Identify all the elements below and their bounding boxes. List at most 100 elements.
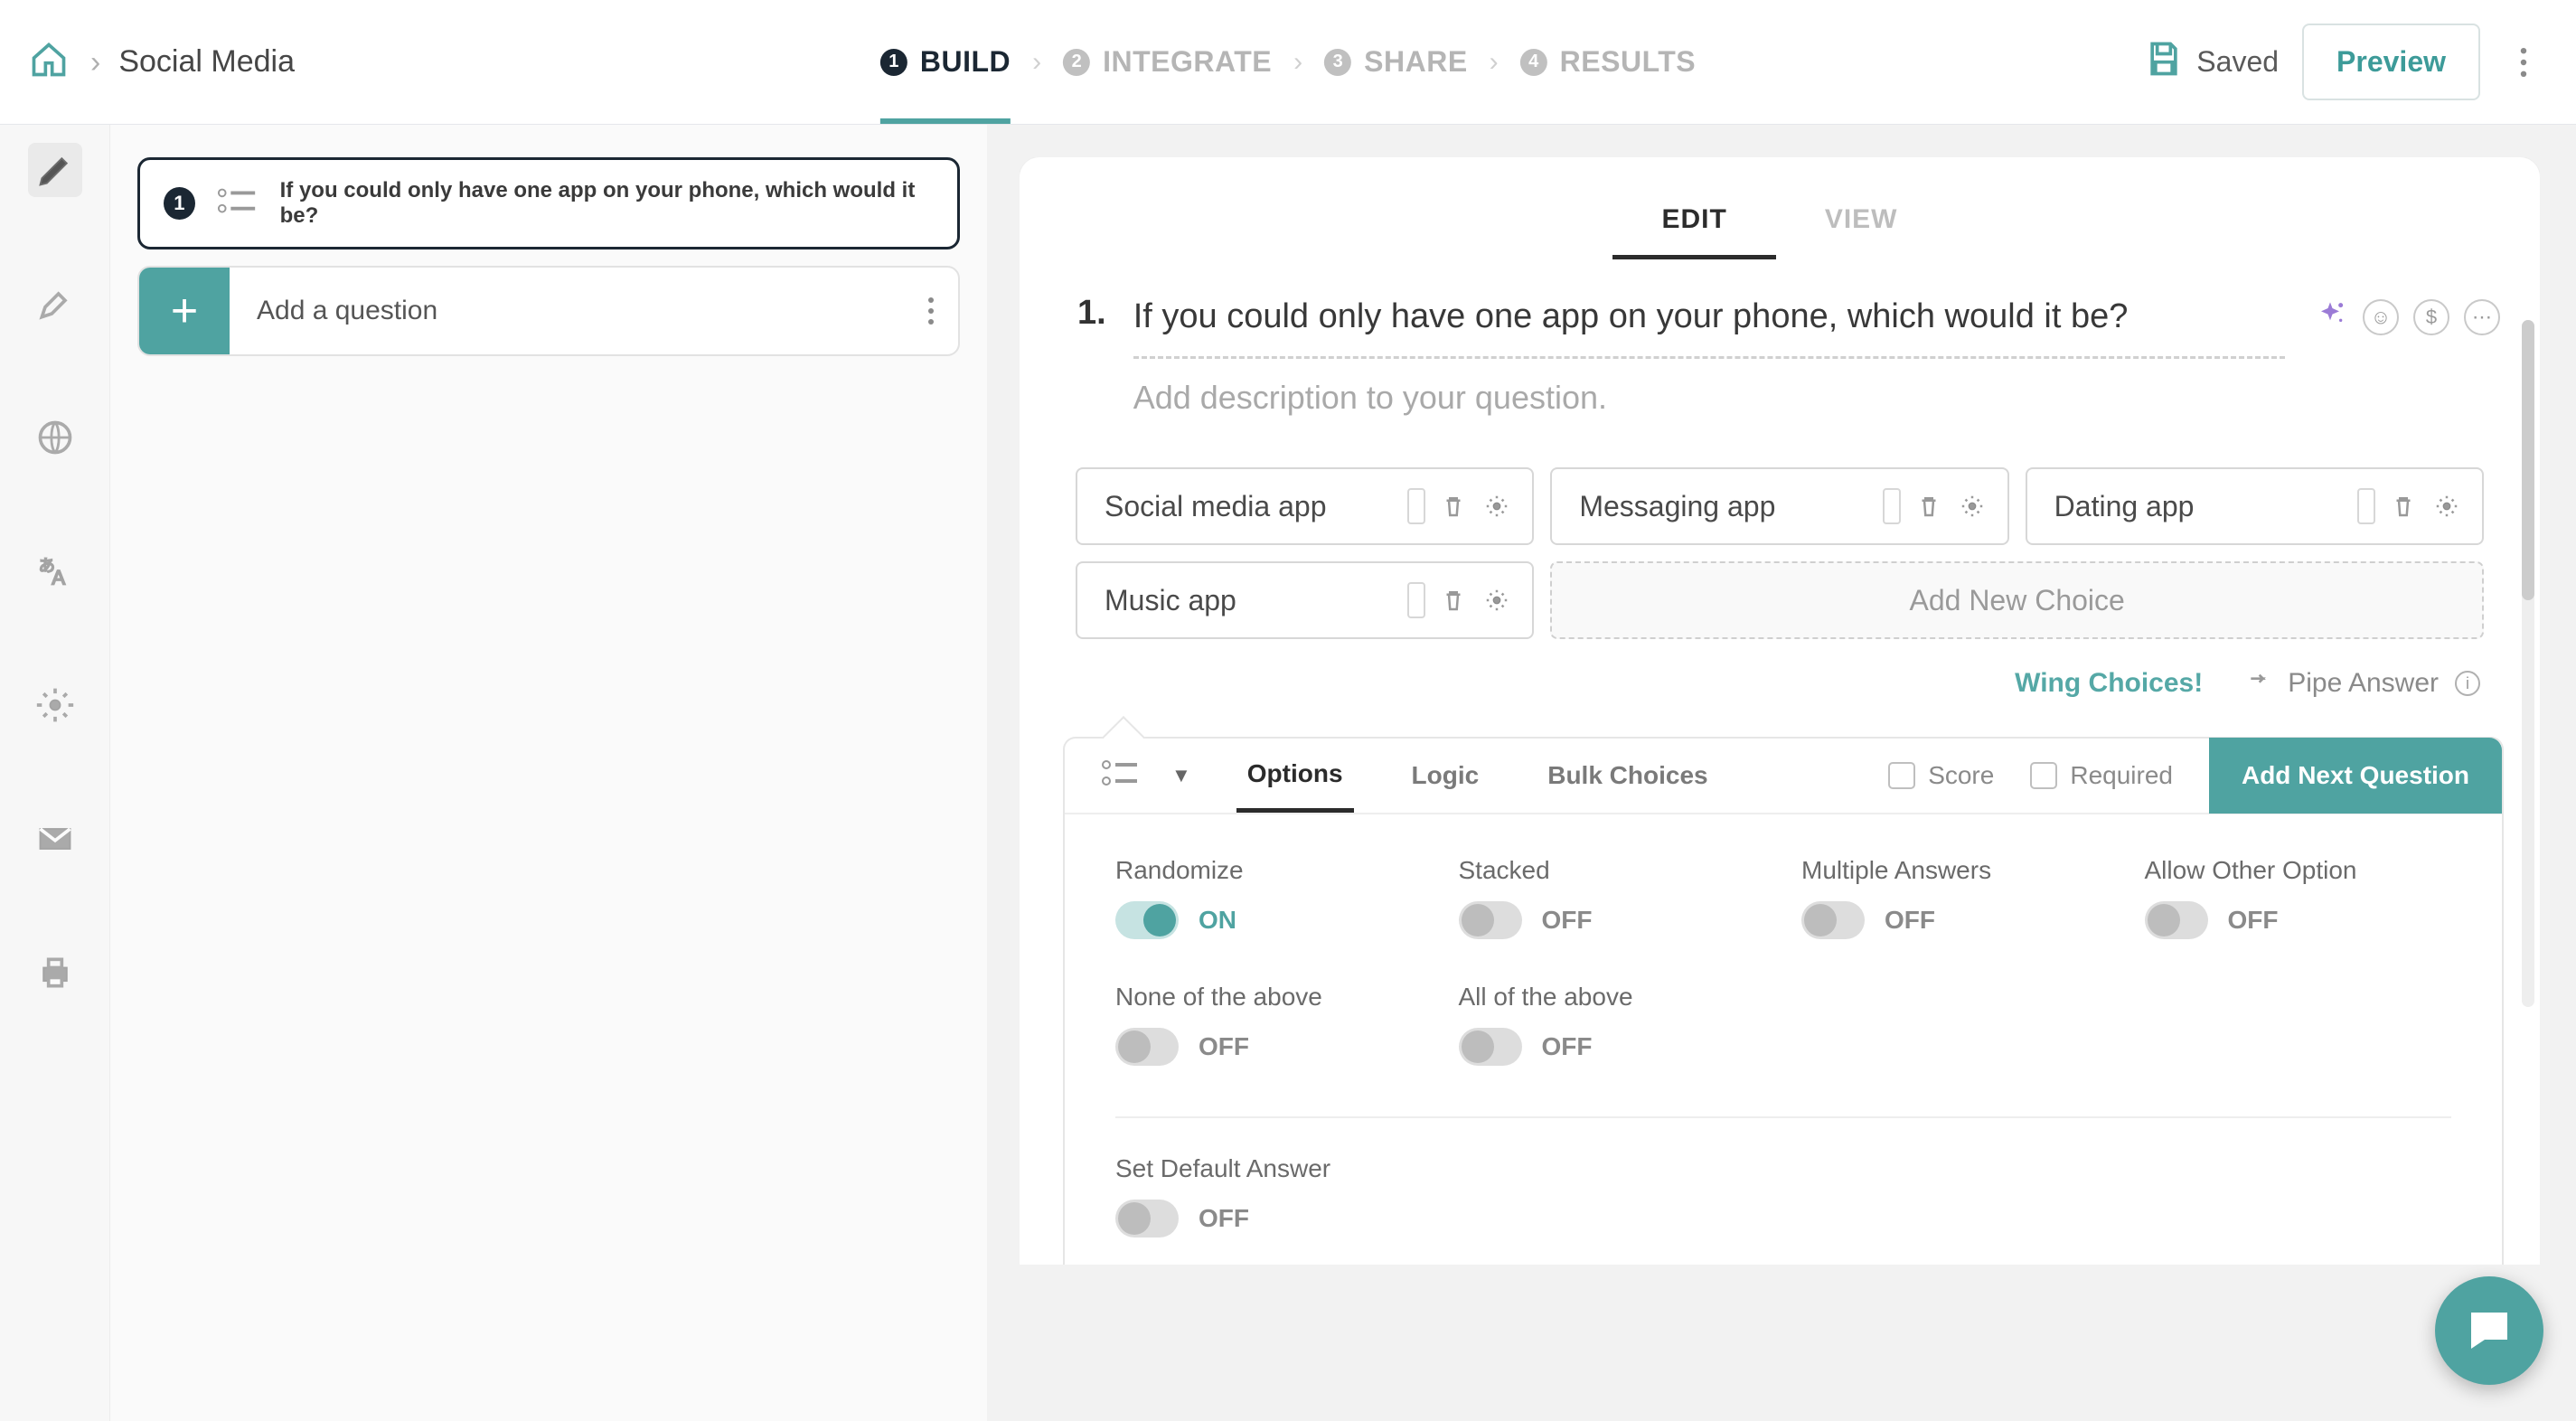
config-tab-bulk-choices[interactable]: Bulk Choices (1537, 739, 1718, 813)
delete-icon[interactable] (1913, 491, 1944, 522)
rail-settings-button[interactable] (28, 678, 82, 732)
delete-icon[interactable] (1438, 491, 1469, 522)
gear-icon[interactable] (1481, 585, 1512, 616)
home-icon (29, 40, 69, 84)
tab-edit[interactable]: EDIT (1612, 184, 1775, 259)
scrollbar[interactable] (2522, 320, 2534, 1007)
toggle-multiple[interactable] (1801, 901, 1865, 939)
left-rail: あA (0, 125, 110, 1421)
toggle-stacked[interactable] (1459, 901, 1522, 939)
gear-icon[interactable] (1957, 491, 1988, 522)
opt-multiple: Multiple Answers OFF (1801, 856, 2109, 939)
gear-icon[interactable] (1481, 491, 1512, 522)
saved-indicator: Saved (2144, 39, 2279, 86)
toggle-randomize[interactable] (1115, 901, 1179, 939)
config-toolbar: ▼ Options Logic Bulk Choices Score (1065, 739, 2502, 814)
opt-stacked: Stacked OFF (1459, 856, 1766, 939)
chevron-down-icon[interactable]: ▼ (1171, 764, 1191, 787)
delete-icon[interactable] (2388, 491, 2419, 522)
chat-fab-button[interactable] (2435, 1276, 2543, 1385)
required-checkbox[interactable]: Required (2030, 761, 2173, 790)
choice-2[interactable]: Messaging app (1550, 467, 2008, 545)
add-new-choice-button[interactable]: Add New Choice (1550, 561, 2484, 639)
wizard-step-build[interactable]: 1 BUILD (880, 0, 1011, 124)
toggle-allow-other[interactable] (2145, 901, 2208, 939)
home-button[interactable] (25, 39, 72, 86)
more-menu-button[interactable] (2504, 42, 2543, 82)
rail-design-button[interactable] (28, 143, 82, 197)
wizard-step-share[interactable]: 3 SHARE (1324, 0, 1468, 124)
toggle-default-answer[interactable] (1115, 1200, 1179, 1237)
helper-links: Wing Choices! Pipe Answer i (1020, 639, 2540, 699)
choice-1[interactable]: Social media app (1076, 467, 1534, 545)
drag-handle-icon[interactable] (1407, 582, 1425, 618)
checkbox-icon (2030, 762, 2057, 789)
opt-allow-other: Allow Other Option OFF (2145, 856, 2452, 939)
price-button[interactable]: $ (2413, 299, 2449, 335)
drag-handle-icon[interactable] (1883, 488, 1901, 524)
preview-button[interactable]: Preview (2302, 24, 2480, 100)
config-tab-logic[interactable]: Logic (1401, 739, 1490, 813)
multichoice-icon (217, 181, 259, 227)
add-question-label[interactable]: Add a question (230, 268, 904, 354)
breadcrumb[interactable]: Social Media (118, 44, 295, 80)
edit-view-tabs: EDIT VIEW (1020, 157, 2540, 258)
add-question-button[interactable]: + (139, 268, 230, 354)
header-right: Saved Preview (2144, 24, 2543, 100)
svg-text:A: A (52, 567, 65, 589)
question-number-badge: 1 (164, 187, 195, 220)
toggle-all-above[interactable] (1459, 1028, 1522, 1066)
emoji-button[interactable]: ☺ (2363, 299, 2399, 335)
top-header: › Social Media 1 BUILD › 2 INTEGRATE › 3… (0, 0, 2576, 125)
wizard-step-integrate[interactable]: 2 INTEGRATE (1063, 0, 1272, 124)
question-description-placeholder[interactable]: Add description to your question. (1133, 379, 2285, 417)
gear-icon[interactable] (2431, 491, 2462, 522)
choice-grid: Social media app Messaging app Dating ap… (1020, 417, 2540, 639)
underline (1133, 356, 2285, 359)
question-type-icon[interactable] (1101, 756, 1144, 796)
choice-3[interactable]: Dating app (2026, 467, 2484, 545)
wing-choices-button[interactable]: Wing Choices! (1973, 668, 2203, 699)
default-answer-section: Set Default Answer OFF (1065, 1118, 2502, 1265)
rail-globe-button[interactable] (28, 410, 82, 465)
question-card-1[interactable]: 1 If you could only have one app on your… (137, 157, 960, 249)
question-number: 1. (1077, 294, 1106, 417)
config-panel: ▼ Options Logic Bulk Choices Score (1063, 737, 2504, 1265)
pipe-answer-button[interactable]: Pipe Answer i (2246, 668, 2480, 699)
checkbox-icon (1888, 762, 1915, 789)
delete-icon[interactable] (1438, 585, 1469, 616)
wizard-steps: 1 BUILD › 2 INTEGRATE › 3 SHARE › 4 RESU… (880, 0, 1696, 124)
question-list-column: 1 If you could only have one app on your… (110, 125, 987, 1421)
question-title[interactable]: If you could only have one app on your p… (1133, 294, 2285, 340)
opt-none-above: None of the above OFF (1115, 983, 1423, 1066)
ai-sparkle-icon[interactable] (2312, 299, 2348, 340)
drag-handle-icon[interactable] (1407, 488, 1425, 524)
config-tab-options[interactable]: Options (1236, 739, 1354, 813)
tab-view[interactable]: VIEW (1776, 184, 1947, 258)
rail-mail-button[interactable] (28, 812, 82, 866)
question-card-text: If you could only have one app on your p… (280, 178, 934, 229)
question-actions: ☺ $ ⋯ (2312, 294, 2500, 417)
chevron-right-icon: › (90, 47, 100, 78)
question-header: 1. If you could only have one app on you… (1020, 258, 2540, 417)
chevron-right-icon: › (1490, 47, 1499, 78)
drag-handle-icon[interactable] (2357, 488, 2375, 524)
chevron-right-icon: › (1293, 47, 1302, 78)
more-actions-button[interactable]: ⋯ (2464, 299, 2500, 335)
opt-all-above: All of the above OFF (1459, 983, 1766, 1066)
save-icon (2144, 39, 2184, 86)
info-icon[interactable]: i (2455, 671, 2480, 696)
rail-print-button[interactable] (28, 946, 82, 1000)
add-next-question-button[interactable]: Add Next Question (2209, 738, 2502, 814)
score-checkbox[interactable]: Score (1888, 761, 1994, 790)
toggle-none-above[interactable] (1115, 1028, 1179, 1066)
choice-4[interactable]: Music app (1076, 561, 1534, 639)
config-tabs: Options Logic Bulk Choices (1236, 739, 1719, 813)
rail-theme-button[interactable] (28, 277, 82, 331)
opt-randomize: Randomize ON (1115, 856, 1423, 939)
wizard-step-results[interactable]: 4 RESULTS (1520, 0, 1696, 124)
options-grid: Randomize ON Stacked OFF (1065, 814, 2502, 1066)
rail-translate-button[interactable]: あA (28, 544, 82, 598)
editor-panel: EDIT VIEW 1. If you could only have one … (1020, 157, 2540, 1265)
add-question-more-button[interactable] (904, 268, 958, 354)
